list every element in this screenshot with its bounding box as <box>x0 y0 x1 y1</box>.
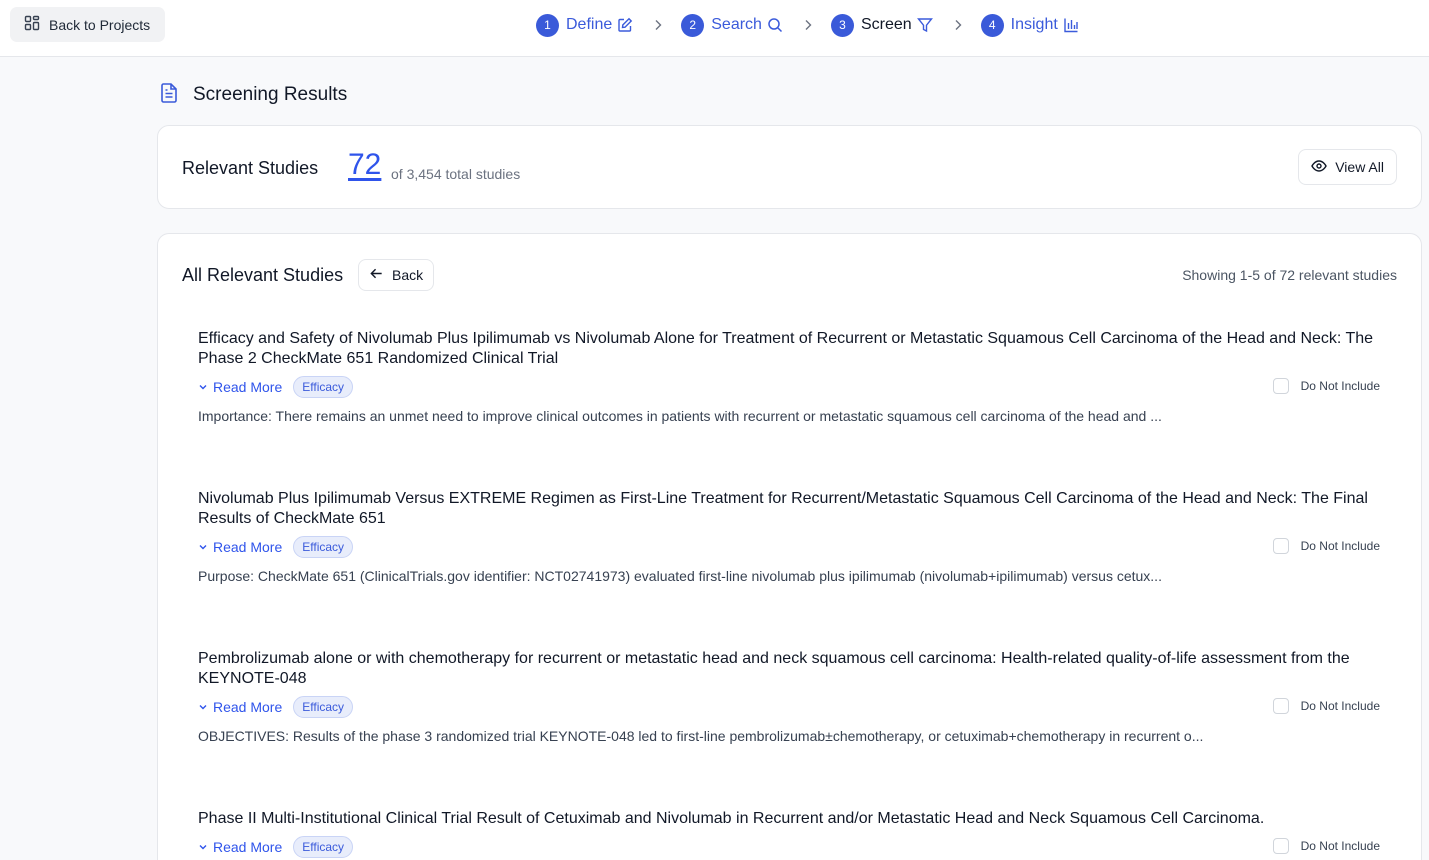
step-number: 3 <box>830 13 854 37</box>
eye-icon <box>1311 158 1328 177</box>
do-not-include-label: Do Not Include <box>1300 839 1380 853</box>
study-item: Nivolumab Plus Ipilimumab Versus EXTREME… <box>198 489 1388 584</box>
do-not-include-control: Do Not Include <box>1272 698 1380 714</box>
do-not-include-label: Do Not Include <box>1300 699 1380 713</box>
relevant-studies-count[interactable]: 72 <box>348 148 381 182</box>
search-icon <box>767 17 783 33</box>
study-meta: Read More Efficacy Do Not Include <box>198 835 1388 859</box>
edit-icon <box>617 17 633 33</box>
category-tag: Efficacy <box>293 836 354 858</box>
read-more-button[interactable]: Read More <box>198 699 282 715</box>
do-not-include-control: Do Not Include <box>1272 838 1380 854</box>
arrow-left-icon <box>369 266 384 284</box>
study-abstract: Purpose: CheckMate 651 (ClinicalTrials.g… <box>198 568 1162 584</box>
chevron-down-icon <box>198 539 208 555</box>
study-title[interactable]: Pembrolizumab alone or with chemotherapy… <box>198 649 1388 689</box>
chevron-down-icon <box>198 839 208 855</box>
step-search[interactable]: 2 Search <box>681 13 783 37</box>
do-not-include-checkbox[interactable] <box>1272 538 1289 554</box>
step-screen[interactable]: 3 Screen <box>830 13 933 37</box>
chevron-down-icon <box>198 699 208 715</box>
study-title[interactable]: Efficacy and Safety of Nivolumab Plus Ip… <box>198 329 1388 369</box>
total-studies-text: of 3,454 total studies <box>391 166 521 182</box>
do-not-include-label: Do Not Include <box>1300 379 1380 393</box>
read-more-label: Read More <box>213 839 283 855</box>
chevron-down-icon <box>198 379 208 395</box>
category-tag: Efficacy <box>293 376 354 398</box>
do-not-include-checkbox[interactable] <box>1272 698 1289 714</box>
back-to-projects-label: Back to Projects <box>49 16 151 33</box>
do-not-include-checkbox[interactable] <box>1272 838 1289 854</box>
study-meta: Read More Efficacy Do Not Include <box>198 375 1388 399</box>
view-all-label: View All <box>1335 159 1384 175</box>
page-title: Screening Results <box>193 84 348 105</box>
read-more-label: Read More <box>213 699 283 715</box>
bar-chart-icon <box>1063 17 1079 33</box>
step-navigation: 1 Define 2 Search 3 Screen 4 Insight <box>536 12 1079 38</box>
study-abstract: Importance: There remains an unmet need … <box>198 408 1162 424</box>
step-define[interactable]: 1 Define <box>536 13 633 37</box>
study-title[interactable]: Phase II Multi-Institutional Clinical Tr… <box>198 809 1388 829</box>
step-label: Define <box>566 16 613 33</box>
study-meta: Read More Efficacy Do Not Include <box>198 695 1388 719</box>
view-all-button[interactable]: View All <box>1298 149 1397 185</box>
relevant-studies-summary-card: Relevant Studies 72 of 3,454 total studi… <box>157 125 1422 209</box>
list-title: All Relevant Studies <box>182 265 344 285</box>
read-more-label: Read More <box>213 539 283 555</box>
step-number: 4 <box>980 13 1004 37</box>
read-more-button[interactable]: Read More <box>198 539 282 555</box>
category-tag: Efficacy <box>293 536 354 558</box>
study-abstract: OBJECTIVES: Results of the phase 3 rando… <box>198 728 1204 744</box>
read-more-button[interactable]: Read More <box>198 839 282 855</box>
back-label: Back <box>392 267 424 283</box>
category-tag: Efficacy <box>293 696 354 718</box>
step-label: Screen <box>860 16 912 33</box>
back-to-projects-button[interactable]: Back to Projects <box>10 7 166 42</box>
step-label: Insight <box>1010 16 1058 33</box>
do-not-include-checkbox[interactable] <box>1272 378 1289 394</box>
pagination-summary: Showing 1-5 of 72 relevant studies <box>1182 267 1397 283</box>
study-item: Efficacy and Safety of Nivolumab Plus Ip… <box>198 329 1388 424</box>
read-more-button[interactable]: Read More <box>198 379 282 395</box>
chevron-right-icon <box>951 18 965 32</box>
grid-icon <box>24 15 40 34</box>
study-title[interactable]: Nivolumab Plus Ipilimumab Versus EXTREME… <box>198 489 1388 529</box>
filter-icon <box>916 17 933 33</box>
all-relevant-studies-card: All Relevant Studies Back Showing 1-5 of… <box>157 233 1422 860</box>
do-not-include-label: Do Not Include <box>1300 539 1380 553</box>
do-not-include-control: Do Not Include <box>1272 378 1380 394</box>
read-more-label: Read More <box>213 379 283 395</box>
study-item: Phase II Multi-Institutional Clinical Tr… <box>198 809 1388 859</box>
document-icon <box>158 82 180 109</box>
page-header: Screening Results <box>158 82 348 109</box>
step-insight[interactable]: 4 Insight <box>980 13 1079 37</box>
relevant-studies-label: Relevant Studies <box>182 158 319 178</box>
top-bar: Back to Projects 1 Define 2 Search 3 Scr… <box>0 0 1429 57</box>
study-item: Pembrolizumab alone or with chemotherapy… <box>198 649 1388 744</box>
step-number: 1 <box>536 13 559 37</box>
chevron-right-icon <box>651 18 665 32</box>
back-button[interactable]: Back <box>358 259 435 291</box>
chevron-right-icon <box>801 18 815 32</box>
do-not-include-control: Do Not Include <box>1272 538 1380 554</box>
study-meta: Read More Efficacy Do Not Include <box>198 535 1388 559</box>
step-label: Search <box>711 16 762 33</box>
step-number: 2 <box>681 13 705 37</box>
